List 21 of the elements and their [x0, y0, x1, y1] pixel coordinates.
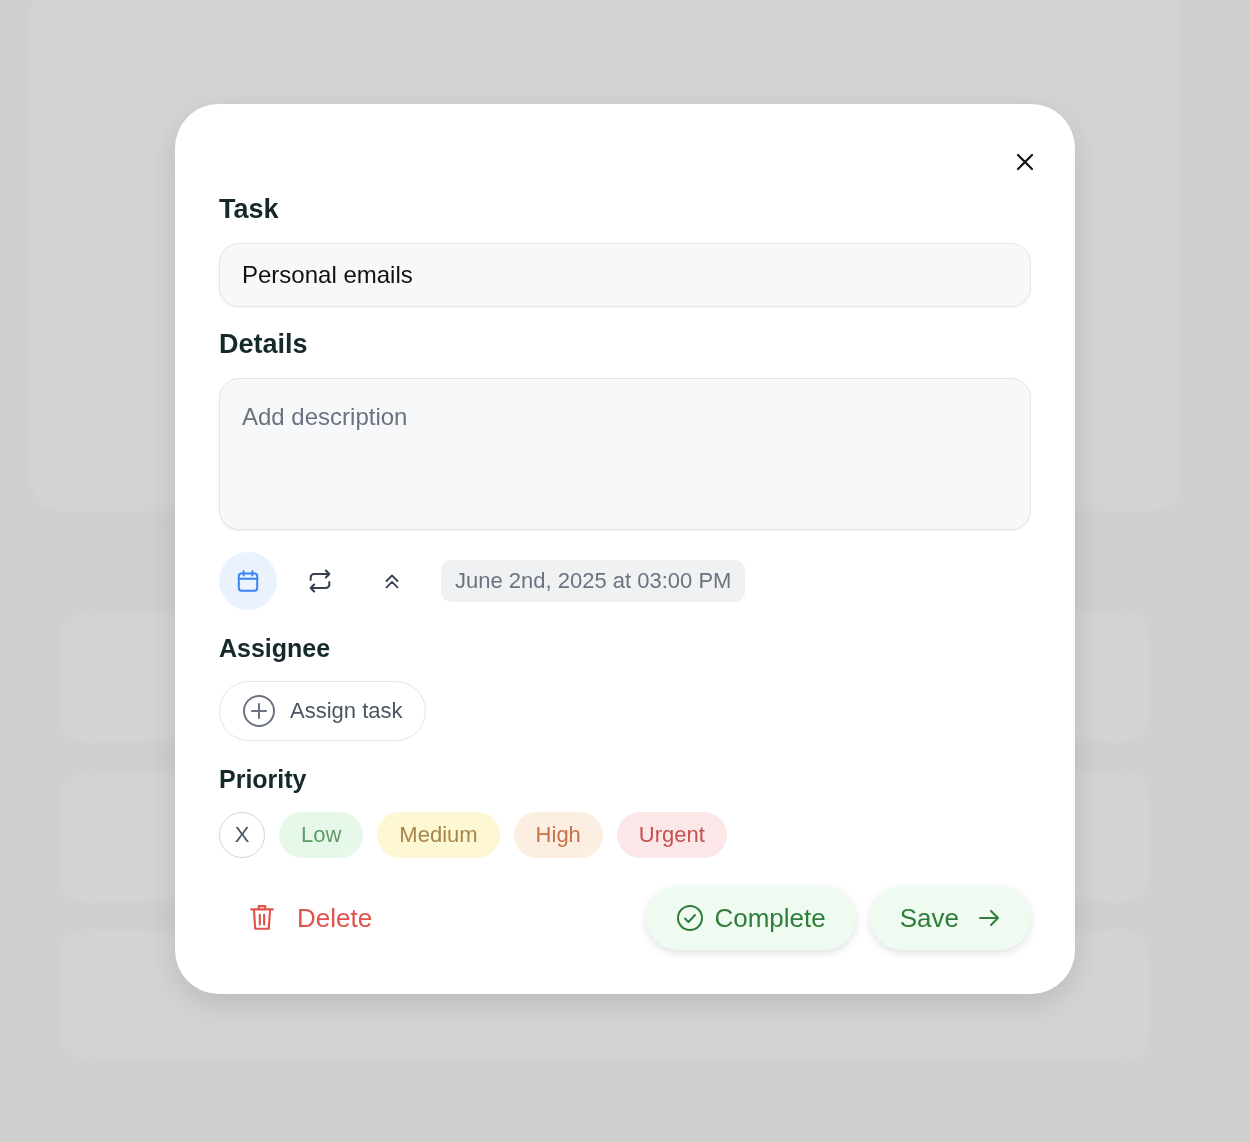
- priority-chip[interactable]: Urgent: [616, 812, 727, 858]
- close-icon: [1015, 152, 1035, 172]
- complete-button[interactable]: Complete: [646, 886, 856, 950]
- field-label: Assignee: [219, 634, 331, 663]
- due-date-chip[interactable]: June 2nd, 2025 at 03:00 PM: [441, 560, 746, 602]
- delete-button[interactable]: Delete: [219, 886, 373, 950]
- field-label: Details: [219, 329, 308, 360]
- priority-chip[interactable]: Low: [279, 812, 364, 858]
- description-field[interactable]: Add description: [219, 378, 1031, 530]
- calendar-icon: [235, 568, 261, 594]
- priority-chip[interactable]: Medium: [377, 812, 500, 858]
- check-circle-icon: [676, 904, 705, 932]
- save-button[interactable]: Save: [869, 886, 1031, 950]
- priority-chip[interactable]: High: [513, 812, 603, 858]
- clear-priority-button[interactable]: X: [219, 812, 265, 858]
- trash-icon: [249, 904, 275, 932]
- assign-button[interactable]: Assign task: [219, 681, 426, 741]
- field-label: Task: [219, 194, 279, 225]
- task-field[interactable]: Personal emails: [219, 243, 1031, 307]
- plus-circle-icon: [242, 694, 276, 728]
- field-label: Priority: [219, 765, 307, 794]
